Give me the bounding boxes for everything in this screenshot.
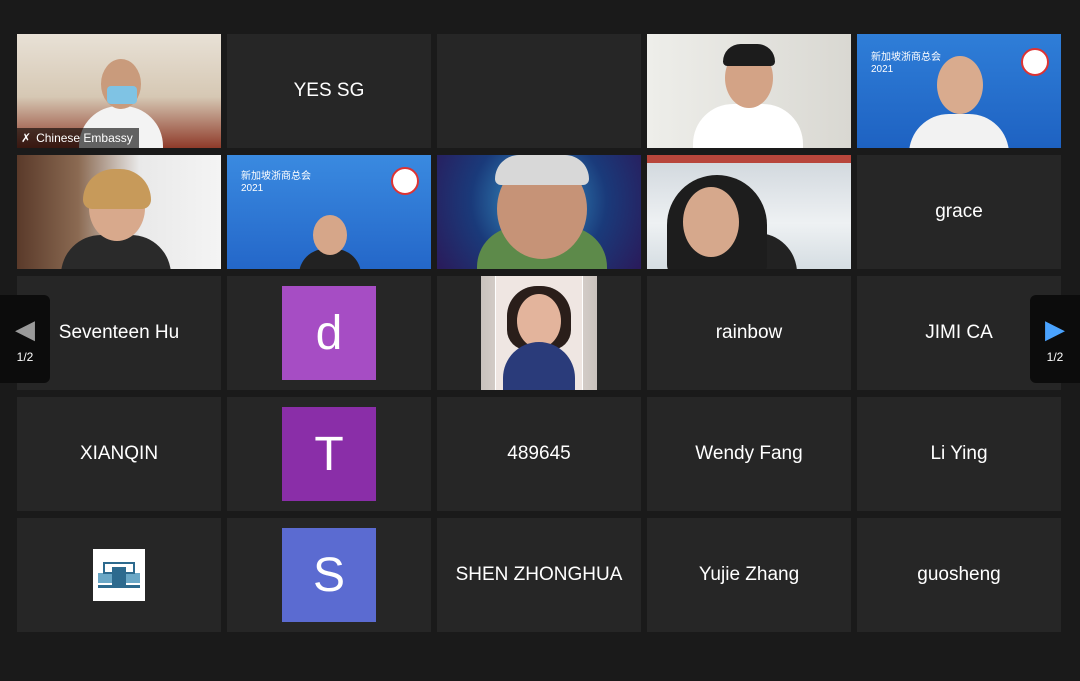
chamber-logo-icon <box>391 167 419 195</box>
banner-year: 2021 <box>241 183 264 194</box>
participant-tile[interactable]: T <box>227 397 431 511</box>
participant-name: YES SG <box>293 80 365 101</box>
page-indicator: 1/2 <box>16 350 34 364</box>
banner-title: 新加坡浙商总会 <box>241 171 311 182</box>
participant-name-tag: ✗ Chinese Embassy <box>17 128 139 148</box>
participant-name: Yujie Zhang <box>698 564 800 585</box>
participant-tile[interactable] <box>647 34 851 148</box>
participant-name: guosheng <box>917 564 1001 585</box>
participant-tile[interactable]: S <box>227 518 431 632</box>
participant-tile[interactable] <box>17 155 221 269</box>
mic-muted-icon: ✗ <box>21 131 32 145</box>
next-page-button[interactable]: ▶ 1/2 <box>1030 295 1080 383</box>
participant-tile[interactable]: SHEN ZHONGHUA <box>437 518 641 632</box>
participant-tile[interactable]: grace <box>857 155 1061 269</box>
participant-name: Wendy Fang <box>695 443 803 464</box>
banner-title: 新加坡浙商总会 <box>871 52 941 63</box>
previous-page-button[interactable]: ◀ 1/2 <box>0 295 50 383</box>
avatar-letter: d <box>315 306 343 360</box>
avatar-letter: S <box>312 548 345 602</box>
participant-video: 新加坡浙商总会 2021 <box>857 34 1061 148</box>
participant-tile[interactable]: d <box>227 276 431 390</box>
participant-tile[interactable] <box>437 155 641 269</box>
participant-tile[interactable]: 新加坡浙商总会 2021 <box>227 155 431 269</box>
participant-tile-empty[interactable] <box>437 34 641 148</box>
participant-tile[interactable]: Yujie Zhang <box>647 518 851 632</box>
participant-video: 新加坡浙商总会 2021 <box>227 155 431 269</box>
participant-tile-chinese-embassy[interactable]: ✗ Chinese Embassy <box>17 34 221 148</box>
participant-avatar: S <box>282 528 376 622</box>
participant-tile[interactable]: YES SG <box>227 34 431 148</box>
participant-tile[interactable] <box>647 155 851 269</box>
participant-name: grace <box>935 201 983 222</box>
avatar-letter: T <box>314 427 344 481</box>
participant-tile[interactable]: 新加坡浙商总会 2021 <box>857 34 1061 148</box>
participant-video <box>647 34 851 148</box>
participant-name: SHEN ZHONGHUA <box>455 564 623 585</box>
participant-tile[interactable]: XIANQIN <box>17 397 221 511</box>
chamber-logo-icon <box>1021 48 1049 76</box>
participant-video <box>17 155 221 269</box>
participant-name: Seventeen Hu <box>58 322 180 343</box>
participant-tile[interactable]: 489645 <box>437 397 641 511</box>
chevron-right-icon: ▶ <box>1045 314 1065 344</box>
participant-tile[interactable]: guosheng <box>857 518 1061 632</box>
participant-photo <box>481 276 597 390</box>
participant-name: Li Ying <box>930 443 988 464</box>
participant-video <box>647 155 851 269</box>
participant-tile[interactable]: Li Ying <box>857 397 1061 511</box>
participant-name: XIANQIN <box>79 443 159 464</box>
participant-avatar: d <box>282 286 376 380</box>
participant-tile[interactable]: Wendy Fang <box>647 397 851 511</box>
page-indicator: 1/2 <box>1046 350 1064 364</box>
participant-tile[interactable] <box>437 276 641 390</box>
participant-video <box>437 155 641 269</box>
banner-year: 2021 <box>871 64 894 75</box>
participant-tile[interactable] <box>17 518 221 632</box>
participant-tile[interactable]: rainbow <box>647 276 851 390</box>
participant-name: JIMI CA <box>925 322 993 343</box>
participant-name: rainbow <box>715 322 783 343</box>
participant-avatar: T <box>282 407 376 501</box>
organization-logo-icon <box>93 549 145 601</box>
video-grid: ✗ Chinese Embassy YES SG 新加坡浙商总会 2021 新加… <box>17 34 1062 632</box>
chevron-left-icon: ◀ <box>15 314 35 344</box>
participant-name: 489645 <box>507 443 571 464</box>
